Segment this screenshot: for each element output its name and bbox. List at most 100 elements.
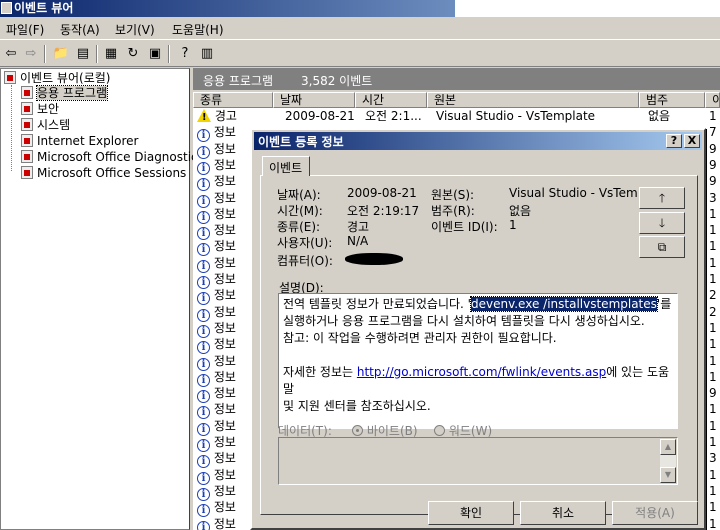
row-type: i 정보: [197, 124, 236, 143]
col-date[interactable]: 날짜: [273, 92, 355, 108]
row-id: 1: [709, 337, 717, 352]
tree-item-system[interactable]: 시스템: [21, 117, 70, 133]
row-type: i 정보: [197, 467, 236, 485]
scroll-up-arrow-icon[interactable]: ▲: [660, 439, 676, 455]
event-viewer-icon: [4, 71, 16, 84]
row-type-text: 정보: [213, 141, 236, 156]
col-source[interactable]: 원본: [427, 92, 639, 108]
console-icon[interactable]: ▥: [198, 45, 216, 63]
log-icon: [21, 118, 33, 131]
copy-button[interactable]: ⧉: [639, 236, 685, 258]
desc-line2: 실행하거나 응용 프로그램을 다시 설치하여 템플릿을 다시 생성하십시오.: [283, 314, 645, 328]
computer-label: 컴퓨터(O):: [277, 254, 333, 268]
pane-header: 응용 프로그램 3,582 이벤트: [193, 68, 720, 90]
refresh-icon[interactable]: ↻: [124, 45, 142, 63]
row-type-text: 정보: [213, 125, 236, 140]
ok-button[interactable]: 확인: [428, 501, 514, 525]
event-properties-dialog: 이벤트 등록 정보 ? X 이벤트 날짜(A): 2009-08-21 시간(M…: [250, 128, 706, 530]
scroll-down-arrow-icon[interactable]: ▼: [660, 467, 676, 483]
properties-icon[interactable]: ▦: [102, 45, 120, 63]
column-header-row: 종류 날짜 시간 원본 범주 이: [193, 92, 720, 108]
row-type: i 정보: [197, 157, 236, 175]
radio-bytes-label: 바이트(B): [366, 424, 418, 438]
tree-item-office-diagnostics[interactable]: Microsoft Office Diagnostic:: [21, 149, 202, 165]
back-arrow-icon[interactable]: ⇦: [2, 45, 20, 63]
row-type: i 정보: [197, 499, 236, 518]
menu-view[interactable]: 보기(V): [115, 21, 155, 38]
info-icon: i: [197, 520, 210, 530]
source-label: 원본(S):: [431, 188, 475, 202]
menu-help[interactable]: 도움말(H): [172, 21, 224, 38]
row-type-text: 정보: [213, 239, 236, 254]
row-type-text: 정보: [213, 157, 236, 172]
row-type-text: 정보: [213, 320, 236, 335]
col-category[interactable]: 범주: [639, 92, 705, 108]
row-type: i 정보: [197, 173, 236, 192]
radio-words-indicator: [434, 425, 445, 436]
category-label: 범주(R):: [431, 204, 475, 218]
close-button[interactable]: X: [684, 134, 700, 148]
next-event-button[interactable]: 🡓: [639, 212, 685, 234]
up-folder-icon[interactable]: 📁: [52, 45, 70, 63]
row-id: 1: [709, 255, 717, 270]
cancel-button[interactable]: 취소: [520, 501, 606, 525]
row-type: i 정보: [197, 238, 236, 257]
warning-icon: [197, 109, 211, 126]
row-type: i 정보: [197, 434, 236, 452]
export-icon[interactable]: ▣: [146, 45, 164, 63]
row-type-text: 정보: [213, 386, 236, 401]
row-type: i 정보: [197, 222, 236, 241]
tab-event[interactable]: 이벤트: [262, 156, 310, 176]
eventid-label: 이벤트 ID(I):: [431, 220, 498, 234]
row-type-text: 정보: [213, 435, 236, 449]
description-text[interactable]: 전역 템플릿 정보가 만료되었습니다. 'devenv.exe /install…: [278, 293, 678, 429]
tree-item-security[interactable]: 보안: [21, 101, 59, 117]
help-link[interactable]: http://go.microsoft.com/fwlink/events.as…: [357, 365, 606, 379]
row-type: i 정보: [197, 255, 236, 273]
title-bar-blank-area: [455, 0, 720, 17]
tree-item-application[interactable]: 응용 프로그램: [21, 85, 109, 101]
menu-action[interactable]: 동작(A): [60, 21, 100, 38]
toolbar-separator: [168, 45, 170, 63]
row-id: 9: [709, 157, 717, 172]
row-id: 3: [709, 190, 717, 205]
row-id: 1: [709, 483, 717, 498]
data-scrollbar[interactable]: ▲ ▼: [660, 439, 676, 483]
row-type-text: 정보: [213, 467, 236, 482]
row-id: 1: [709, 353, 717, 368]
show-hide-tree-icon[interactable]: ▤: [74, 45, 92, 63]
row-type: i 정보: [197, 353, 236, 371]
log-icon: [21, 134, 33, 147]
type-label: 종류(E):: [277, 220, 321, 234]
help-button[interactable]: ?: [666, 134, 682, 148]
row-id: 1: [709, 516, 717, 530]
table-row[interactable]: 경고 2009-08-21 오전 2:1... Visual Studio - VsT…: [193, 108, 720, 126]
row-type-text: 정보: [213, 451, 236, 466]
desc-highlight: devenv.exe /installvstemplates: [469, 296, 658, 312]
type-value: 경고: [347, 220, 370, 234]
apply-button[interactable]: 적용(A): [612, 501, 698, 525]
event-count: 3,582 이벤트: [301, 74, 373, 88]
previous-event-button[interactable]: 🡑: [639, 187, 685, 209]
menu-file[interactable]: 파일(F): [6, 21, 44, 38]
log-icon: [21, 102, 33, 115]
tree-root[interactable]: 이벤트 뷰어(로컬): [4, 70, 110, 86]
help-icon[interactable]: ?: [176, 45, 194, 63]
tree-item-internet-explorer[interactable]: Internet Explorer: [21, 133, 138, 149]
row-type-text: 정보: [213, 402, 236, 417]
col-time[interactable]: 시간: [355, 92, 427, 108]
row-id: 1: [709, 402, 717, 417]
forward-arrow-icon[interactable]: ⇨: [22, 45, 40, 63]
col-type[interactable]: 종류: [193, 92, 273, 108]
row-category: 없음: [648, 109, 671, 123]
row-id: 2: [709, 304, 717, 319]
row-type-text: 경고: [214, 109, 237, 123]
row-type-text: 정보: [213, 190, 236, 205]
row-type-text: 정보: [213, 255, 236, 270]
row-type-text: 정보: [213, 304, 236, 319]
radio-bytes-indicator: [352, 425, 363, 436]
row-type-text: 정보: [213, 516, 236, 530]
col-event[interactable]: 이: [705, 92, 720, 108]
tree-item-office-sessions[interactable]: Microsoft Office Sessions: [21, 165, 186, 181]
row-id: 1: [709, 320, 717, 335]
